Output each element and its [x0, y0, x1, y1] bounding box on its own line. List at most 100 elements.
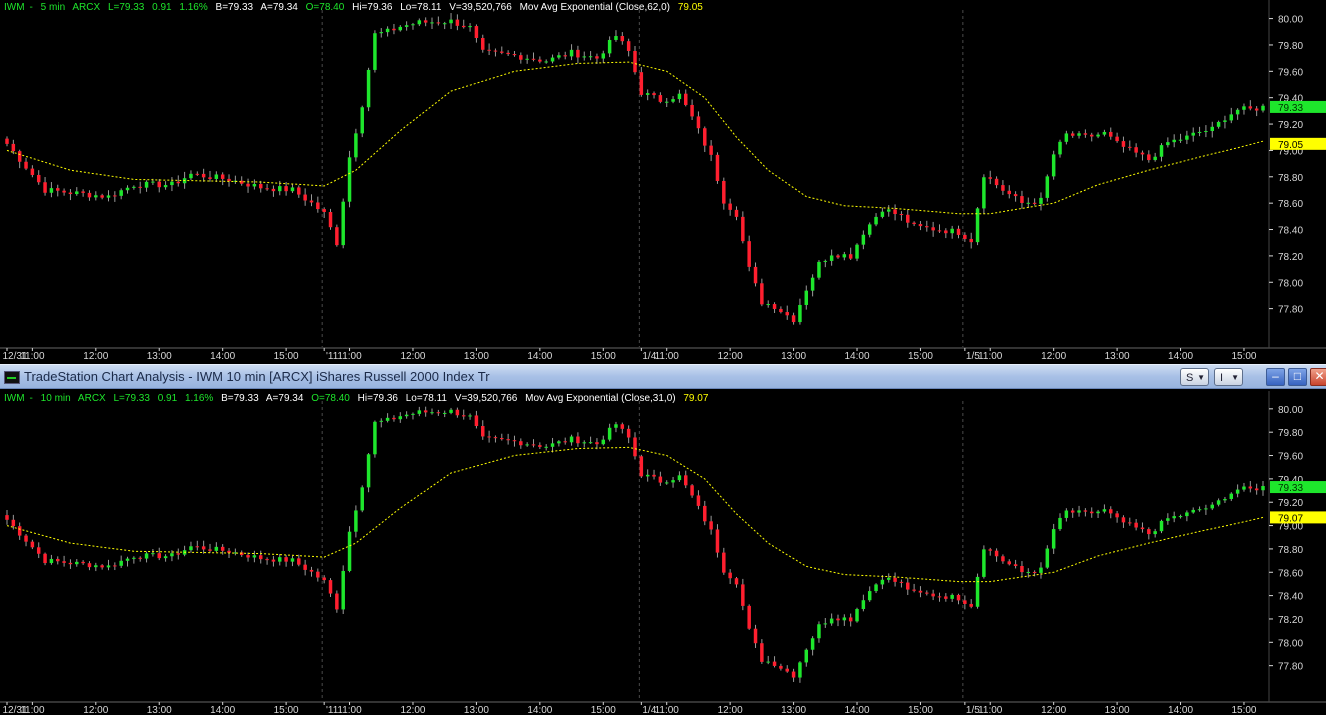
exchange-label: ARCX [72, 2, 101, 13]
chart-pane-10min[interactable]: IWM - 10 min ARCX L=79.33 0.91 1.16% B=79… [0, 391, 1326, 715]
i-dropdown-button[interactable]: I ▼ [1214, 368, 1243, 386]
candle-down [1140, 152, 1145, 155]
candle-down [994, 178, 999, 186]
time-tick-label: 12:00 [400, 705, 425, 715]
s-dropdown-button[interactable]: S ▼ [1180, 368, 1209, 386]
candle-down [258, 555, 263, 560]
candle-down [912, 589, 916, 591]
price-tick-label: 78.80 [1278, 173, 1303, 184]
chevron-down-icon: ▼ [1197, 373, 1205, 382]
candle-up [360, 107, 364, 134]
time-tick-label: 15:00 [1231, 705, 1256, 715]
candle-down [709, 145, 713, 155]
candle-up [106, 565, 111, 568]
window-titlebar[interactable]: TradeStation Chart Analysis - IWM 10 min… [0, 364, 1326, 389]
candle-up [1204, 131, 1208, 133]
candle-up [189, 173, 193, 179]
candle-up [119, 190, 123, 196]
candle-up [1039, 567, 1043, 573]
window-title: TradeStation Chart Analysis - IWM 10 min… [24, 369, 490, 384]
candle-down [56, 558, 60, 562]
candle-down [760, 283, 764, 305]
candle-down [969, 238, 973, 243]
candle-up [1261, 105, 1265, 111]
close-button[interactable]: ✕ [1310, 368, 1326, 386]
price-tick-label: 77.80 [1278, 305, 1303, 316]
candle-up [569, 49, 574, 57]
candle-down [265, 559, 269, 561]
candle-down [309, 200, 314, 203]
price-tick-label: 77.80 [1278, 662, 1303, 673]
candle-down [684, 93, 688, 105]
candle-up [1185, 135, 1189, 140]
candle-up [766, 304, 770, 306]
candle-down [5, 515, 9, 520]
study-label: Mov Avg Exponential (Close,31,0) [525, 393, 676, 404]
candle-up [163, 556, 168, 559]
candle-down [931, 593, 935, 597]
candle-down [36, 547, 41, 554]
candle-up [278, 557, 282, 562]
candle-up [1235, 489, 1240, 494]
candle-up [1153, 531, 1157, 535]
candle-up [867, 591, 872, 601]
price-chart-10min[interactable]: 80.0079.8079.6079.4079.2079.0078.8078.60… [0, 391, 1326, 715]
candle-up [798, 662, 802, 678]
candle-up [385, 417, 390, 421]
minimize-button[interactable]: – [1266, 368, 1285, 386]
candle-up [1210, 126, 1214, 132]
candle-up [829, 618, 834, 624]
candle-up [588, 56, 593, 58]
time-tick-label: 12:00 [400, 351, 425, 361]
candle-up [75, 561, 79, 565]
candle-down [690, 485, 694, 496]
bid-label: B=79.33 [221, 393, 259, 404]
candle-down [297, 187, 301, 195]
candle-down [994, 550, 999, 557]
time-tick-label: 15:00 [591, 351, 616, 361]
time-tick-label: 11:00 [337, 705, 362, 715]
candle-down [1254, 488, 1259, 491]
candle-up [677, 475, 682, 481]
time-tick-label: 13:00 [1105, 351, 1130, 361]
price-chart-5min[interactable]: 80.0079.8079.6079.4079.2079.0078.8078.60… [0, 0, 1326, 361]
candle-up [404, 25, 409, 27]
candle-down [81, 561, 85, 564]
time-tick-label: 15:00 [908, 705, 933, 715]
candle-up [855, 244, 859, 259]
candle-up [829, 255, 834, 261]
last-price-tag-label: 79.33 [1278, 103, 1303, 114]
i-dropdown-label: I [1220, 372, 1224, 384]
candle-down [639, 456, 644, 477]
candle-up [861, 234, 866, 245]
candle-up [373, 33, 377, 70]
candle-down [1083, 510, 1088, 512]
candle-down [100, 195, 104, 198]
candle-down [138, 186, 142, 188]
candle-up [1235, 109, 1240, 115]
candle-up [645, 474, 650, 477]
candle-up [817, 624, 821, 639]
candle-down [728, 572, 732, 579]
candle-up [442, 412, 447, 414]
candle-down [322, 577, 326, 581]
time-tick-label: 13:00 [147, 351, 172, 361]
candle-down [487, 49, 491, 51]
candle-down [246, 183, 250, 187]
candle-down [157, 181, 161, 188]
maximize-button[interactable]: □ [1288, 368, 1307, 386]
candle-down [176, 181, 181, 184]
chart-pane-5min[interactable]: IWM - 5 min ARCX L=79.33 0.91 1.16% B=79.… [0, 0, 1326, 361]
candle-up [1058, 141, 1062, 155]
s-dropdown-label: S [1186, 372, 1194, 384]
candle-down [258, 183, 263, 189]
candle-up [49, 188, 54, 193]
candle-down [906, 582, 910, 590]
candle-down [220, 174, 225, 179]
candle-down [1089, 511, 1094, 514]
candle-down [392, 417, 396, 420]
candle-down [1134, 522, 1138, 528]
candle-up [601, 439, 606, 445]
candle-down [43, 182, 47, 193]
candle-up [404, 414, 409, 417]
